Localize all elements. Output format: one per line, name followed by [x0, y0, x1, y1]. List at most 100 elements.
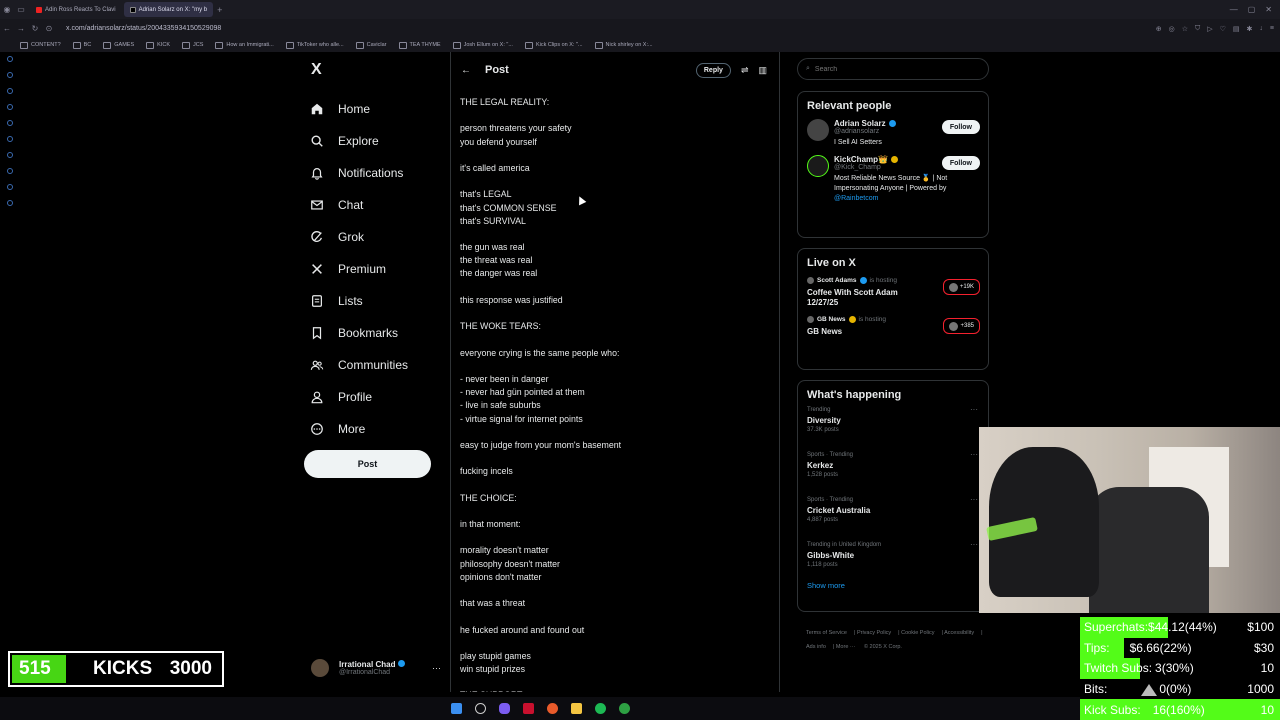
footer-link[interactable]: Accessibility — [944, 630, 974, 636]
nav-communities[interactable]: Communities — [309, 349, 408, 381]
more-dots-icon[interactable]: ··· — [970, 495, 978, 504]
taskbar-search-icon[interactable] — [474, 703, 486, 714]
bio-link[interactable]: @Rainbetcom — [834, 195, 878, 202]
spotify-icon[interactable] — [594, 703, 606, 714]
mail-icon — [309, 197, 325, 213]
show-more-link[interactable]: Show more — [807, 581, 988, 590]
more-dots-icon[interactable]: ··· — [970, 405, 978, 414]
nav-explore[interactable]: Explore — [309, 125, 408, 157]
side-panel-app-icon[interactable] — [7, 120, 13, 126]
footer-link[interactable]: More ··· — [836, 644, 856, 650]
bookmark-item[interactable]: TikToker who alle... — [286, 42, 344, 49]
browser-icon[interactable] — [546, 703, 558, 714]
footer-link[interactable]: Ads info — [806, 644, 826, 650]
browser-tab[interactable]: Adin Ross Reacts To Clavi — [30, 2, 122, 17]
back-icon[interactable]: ← — [0, 24, 14, 33]
bookmark-item[interactable]: Nick shirley on X:... — [595, 42, 653, 49]
zoom-icon[interactable]: ⊕ — [1156, 25, 1162, 33]
trend-item[interactable]: Sports · Trending Cricket Australia 4,88… — [798, 491, 988, 536]
follow-button[interactable]: Follow — [941, 120, 980, 134]
reply-button[interactable]: Reply — [695, 62, 731, 78]
more-dots-icon[interactable]: ··· — [970, 540, 978, 549]
nav-home[interactable]: Home — [309, 93, 408, 125]
more-dots-icon[interactable]: ··· — [432, 663, 441, 673]
close-icon[interactable]: ✕ — [1265, 5, 1272, 14]
bookmark-item[interactable]: TEA THYME — [399, 42, 441, 49]
side-panel-app-icon[interactable] — [7, 200, 13, 206]
settings-icon[interactable]: ≡ — [1270, 25, 1274, 33]
new-tab-icon[interactable]: + — [217, 5, 222, 15]
search-input[interactable] — [814, 65, 965, 73]
browser-tab-active[interactable]: Adrian Solarz on X: "my b — [123, 2, 214, 17]
bookmark-star-icon[interactable]: ☆ — [1182, 25, 1188, 33]
forward-icon[interactable]: → — [14, 24, 28, 33]
bookmark-item[interactable]: Caviclar — [356, 42, 387, 49]
footer-link[interactable]: Cookie Policy — [901, 630, 934, 636]
app-icon[interactable] — [522, 703, 534, 714]
reader-icon[interactable]: ◎ — [1169, 25, 1175, 33]
bookmark-item[interactable]: CONTENT? — [20, 42, 61, 49]
footer-link[interactable]: Privacy Policy — [857, 630, 891, 636]
nav-profile[interactable]: Profile — [309, 381, 408, 413]
reader-view-icon[interactable]: ▥ — [758, 65, 767, 76]
more-dots-icon[interactable]: ··· — [970, 450, 978, 459]
listener-count: +385 — [943, 318, 980, 334]
minimize-icon[interactable]: — — [1230, 5, 1238, 14]
back-arrow-icon[interactable]: ← — [461, 65, 471, 76]
bookmark-item[interactable]: JCS — [182, 42, 203, 49]
side-panel-app-icon[interactable] — [7, 184, 13, 190]
nav-notifications[interactable]: Notifications — [309, 157, 408, 189]
bookmark-item[interactable]: KICK — [146, 42, 170, 49]
person-card[interactable]: Adrian Solarz @adriansolarz I Sell AI Se… — [798, 112, 988, 148]
post-line: he fucked around and found out — [460, 624, 585, 635]
account-switcher[interactable]: Irrational Chad @IrrationalChad ··· — [311, 659, 441, 677]
file-explorer-icon[interactable] — [570, 703, 582, 714]
post-button[interactable]: Post — [304, 450, 431, 478]
nav-more[interactable]: More — [309, 413, 408, 445]
footer-link[interactable]: Terms of Service — [806, 630, 847, 636]
side-panel-app-icon[interactable] — [7, 136, 13, 142]
reload-icon[interactable]: ↻ — [28, 24, 42, 33]
person-card[interactable]: KickChamp👑 @Kick_Champ Most Reliable New… — [798, 148, 988, 204]
bookmark-item[interactable]: GAMES — [103, 42, 134, 49]
side-panel-app-icon[interactable] — [7, 56, 13, 62]
bookmark-item[interactable]: Kick Clips on X: "... — [525, 42, 583, 49]
bookmark-item[interactable]: Josh Ellum on X: "... — [453, 42, 513, 49]
side-panel-app-icon[interactable] — [7, 152, 13, 158]
shield-icon[interactable]: ⛉ — [1195, 25, 1200, 33]
nav-lists[interactable]: Lists — [309, 285, 408, 317]
side-panel-app-icon[interactable] — [7, 168, 13, 174]
nav-chat[interactable]: Chat — [309, 189, 408, 221]
bookmark-item[interactable]: BC — [73, 42, 92, 49]
windows-start-icon[interactable] — [450, 703, 462, 714]
nav-bookmarks[interactable]: Bookmarks — [309, 317, 408, 349]
nav-premium[interactable]: Premium — [309, 253, 408, 285]
side-panel-app-icon[interactable] — [7, 88, 13, 94]
live-space[interactable]: Scott Adams is hosting Coffee With Scott … — [798, 269, 988, 308]
browser-menu-icon[interactable]: ◉ — [0, 5, 14, 14]
site-info-icon[interactable]: ⊙ — [42, 24, 56, 33]
search-box[interactable]: ⌕ — [797, 58, 989, 80]
bookmark-item[interactable]: How an Immigrati... — [215, 42, 273, 49]
side-panel-app-icon[interactable] — [7, 72, 13, 78]
trend-item[interactable]: Trending Diversity 37.3K posts ··· — [798, 401, 988, 446]
communities-icon — [309, 357, 325, 373]
tab-list-icon[interactable]: ▭ — [14, 5, 28, 14]
trend-item[interactable]: Trending in United Kingdom Gibbs-White 1… — [798, 536, 988, 581]
xbox-icon[interactable] — [618, 703, 630, 714]
heart-icon[interactable]: ♡ — [1220, 25, 1226, 33]
extensions-icon[interactable]: ✱ — [1247, 25, 1253, 33]
download-icon[interactable]: ↓ — [1259, 25, 1263, 33]
x-logo[interactable]: X — [311, 61, 322, 79]
follow-button[interactable]: Follow — [941, 156, 980, 170]
live-space[interactable]: GB News is hosting GB News +385 — [798, 308, 988, 337]
side-panel-app-icon[interactable] — [7, 104, 13, 110]
filter-icon[interactable]: ⇌ — [741, 65, 749, 76]
nav-grok[interactable]: Grok — [309, 221, 408, 253]
wallet-icon[interactable]: ▤ — [1233, 25, 1240, 33]
maximize-icon[interactable]: ▢ — [1248, 5, 1256, 14]
url-field[interactable]: x.com/adriansolarz/status/20043359341505… — [66, 25, 221, 32]
play-icon[interactable]: ▷ — [1207, 25, 1212, 33]
trend-item[interactable]: Sports · Trending Kerkez 1,528 posts ··· — [798, 446, 988, 491]
discord-icon[interactable] — [498, 703, 510, 714]
